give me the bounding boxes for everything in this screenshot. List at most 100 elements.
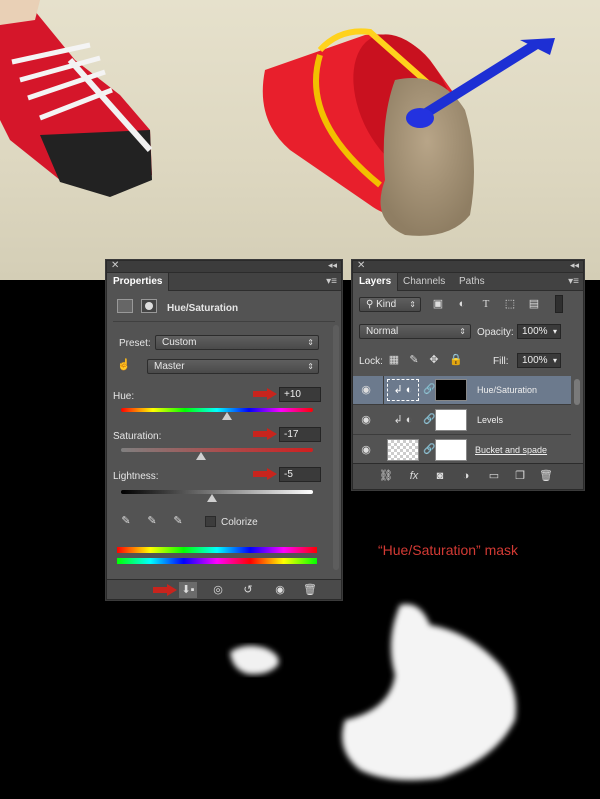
tab-layers[interactable]: Layers [353, 273, 399, 291]
blend-mode-value: Normal [366, 326, 399, 337]
layers-tabbar: Layers Channels Paths ▾≡ [353, 273, 583, 291]
filter-kind-value: Kind [376, 299, 397, 310]
add-mask-icon[interactable]: ◙ [431, 468, 449, 484]
close-icon[interactable]: ✕ [111, 260, 119, 271]
search-icon: ⚲ [366, 299, 377, 310]
colorize-checkbox[interactable] [205, 516, 216, 527]
layer-row-bucket-and-spade[interactable]: ◉ 🔗 Bucket and spade [353, 436, 571, 465]
visibility-eye-icon[interactable]: ◉ [357, 383, 375, 397]
lock-all-icon[interactable]: 🔒 [447, 352, 465, 368]
adjustment-title: Hue/Saturation [167, 303, 239, 314]
hue-value-field[interactable]: +10 [279, 387, 321, 402]
adjustment-icon-hs[interactable] [117, 299, 133, 313]
red-arrow-icon [253, 468, 277, 480]
channel-dropdown[interactable]: Master ⇕ [147, 359, 319, 374]
link-layers-icon[interactable]: ⛓ [377, 468, 395, 484]
visibility-eye-icon[interactable]: ◉ [357, 413, 375, 427]
opacity-field[interactable]: 100% ▾ [517, 324, 561, 339]
saturation-value-field[interactable]: -17 [279, 427, 321, 442]
filter-smart-object-icon[interactable]: ▤ [525, 296, 543, 312]
fill-label: Fill: [493, 356, 509, 367]
new-layer-icon[interactable]: ❐ [511, 468, 529, 484]
fx-icon[interactable]: fx [405, 468, 423, 484]
filter-kind-dropdown[interactable]: ⚲ Kind ⇕ [359, 297, 421, 312]
collapse-icon[interactable]: ◂◂ [570, 260, 579, 271]
photo-illustration [0, 0, 555, 236]
eyedropper-icon[interactable]: ✎ [117, 513, 135, 529]
trash-icon[interactable]: 🗑 [537, 468, 555, 484]
eyedropper-minus-icon[interactable]: ✎ [169, 513, 187, 529]
layers-bottom-bar: ⛓ fx ◙ ◑ ▭ ❐ 🗑 [353, 463, 583, 489]
fill-field[interactable]: 100% ▾ [517, 353, 561, 368]
preset-label: Preset: [119, 338, 151, 349]
layer-row-levels[interactable]: ◉ ↲ ◐ 🔗 Levels [353, 406, 571, 435]
visibility-eye-icon[interactable]: ◉ [357, 443, 375, 457]
view-previous-state-icon[interactable]: ◎ [209, 582, 227, 598]
red-arrow-icon [253, 428, 277, 440]
hand-targeted-adjust-icon[interactable]: ☝ [115, 357, 133, 373]
trash-icon[interactable]: 🗑 [301, 582, 319, 598]
filter-toggle-switch[interactable] [555, 295, 563, 313]
tab-properties[interactable]: Properties [107, 273, 170, 291]
link-icon[interactable]: 🔗 [423, 384, 435, 395]
layers-panel-header: ✕ ◂◂ [353, 260, 583, 273]
color-bar-output [117, 558, 317, 564]
lock-transparent-icon[interactable]: ▦ [385, 352, 403, 368]
tab-paths[interactable]: Paths [453, 273, 491, 291]
clip-to-layer-icon[interactable]: ⬇▪ [179, 582, 197, 598]
panel-menu-icon[interactable]: ▾≡ [568, 276, 579, 287]
opacity-value: 100% [522, 326, 548, 337]
layer-name: Hue/Saturation [477, 385, 538, 395]
lock-image-icon[interactable]: ✎ [405, 352, 423, 368]
dropdown-caret-icon: ⇕ [307, 338, 314, 347]
dropdown-caret-icon: ⇕ [409, 300, 416, 309]
link-icon[interactable]: 🔗 [423, 414, 435, 425]
lightness-slider[interactable] [121, 490, 313, 494]
properties-tabbar: Properties ▾≡ [107, 273, 341, 291]
filter-adjustment-icon[interactable]: ◐ [453, 296, 471, 312]
saturation-slider-thumb[interactable] [196, 452, 206, 460]
close-icon[interactable]: ✕ [357, 260, 365, 271]
filter-pixel-icon[interactable]: ▣ [429, 296, 447, 312]
properties-bottom-bar: ⬇▪ ◎ ↺ ◉ 🗑 [107, 579, 341, 599]
mask-thumbnail[interactable] [435, 409, 467, 431]
layers-panel: ✕ ◂◂ Layers Channels Paths ▾≡ ⚲ Kind ⇕ ▣… [352, 260, 584, 490]
layer-row-hue-saturation[interactable]: ◉ ↲ ◐ 🔗 Hue/Saturation [353, 376, 571, 405]
lightness-label: Lightness: [113, 471, 159, 482]
properties-scrollbar[interactable] [333, 325, 339, 570]
beach-photo [0, 0, 600, 280]
filter-type-icon[interactable]: T [477, 296, 495, 312]
fill-value: 100% [522, 355, 548, 366]
lightness-value-field[interactable]: -5 [279, 467, 321, 482]
properties-panel-header: ✕ ◂◂ [107, 260, 341, 273]
panel-menu-icon[interactable]: ▾≡ [326, 276, 337, 287]
new-adjustment-icon[interactable]: ◑ [457, 468, 475, 484]
divider [113, 321, 335, 322]
preset-dropdown[interactable]: Custom ⇕ [155, 335, 319, 350]
hue-slider[interactable] [121, 408, 313, 412]
layers-scrollbar[interactable] [574, 379, 580, 405]
lightness-slider-thumb[interactable] [207, 494, 217, 502]
layer-thumbnail [387, 439, 419, 461]
eyedropper-plus-icon[interactable]: ✎ [143, 513, 161, 529]
red-arrow-icon [153, 584, 177, 596]
tab-channels[interactable]: Channels [397, 273, 451, 291]
visibility-eye-icon[interactable]: ◉ [271, 582, 289, 598]
saturation-slider[interactable] [121, 448, 313, 452]
collapse-icon[interactable]: ◂◂ [328, 260, 337, 271]
new-group-icon[interactable]: ▭ [485, 468, 503, 484]
reset-icon[interactable]: ↺ [239, 582, 257, 598]
dropdown-caret-icon: ▾ [552, 356, 557, 365]
mask-icon[interactable] [141, 299, 157, 313]
blend-mode-dropdown[interactable]: Normal ⇕ [359, 324, 471, 339]
lock-position-icon[interactable]: ✥ [425, 352, 443, 368]
link-icon[interactable]: 🔗 [423, 444, 435, 455]
hue-slider-thumb[interactable] [222, 412, 232, 420]
dropdown-caret-icon: ⇕ [459, 327, 466, 336]
saturation-label: Saturation: [113, 431, 162, 442]
mask-thumbnail[interactable] [435, 379, 467, 401]
mask-thumbnail[interactable] [435, 439, 467, 461]
filter-shape-icon[interactable]: ⬚ [501, 296, 519, 312]
colorize-label: Colorize [221, 517, 258, 528]
dropdown-caret-icon: ▾ [552, 327, 557, 336]
